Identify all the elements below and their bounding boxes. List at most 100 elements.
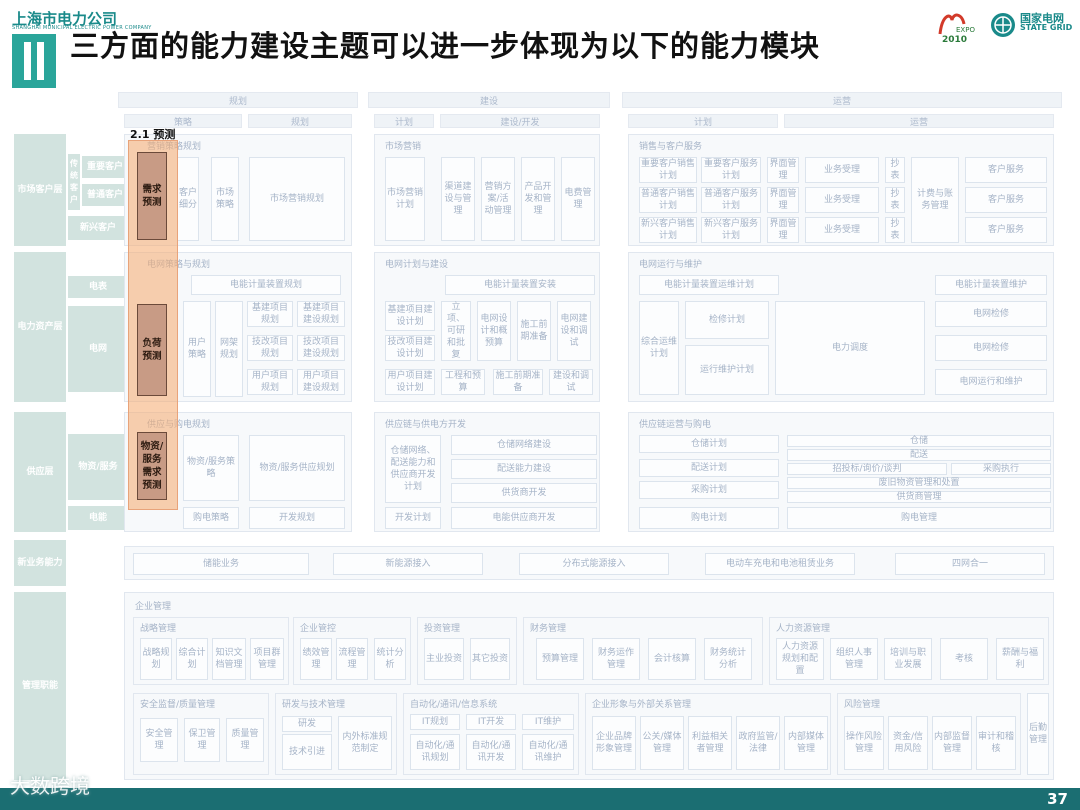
capability-box: 电网检修 bbox=[935, 335, 1047, 361]
capability-box: 新兴客户销售计划 bbox=[639, 217, 697, 243]
capability-box: 界面管理 bbox=[767, 157, 799, 183]
capability-box: 招投标/询价/谈判 bbox=[787, 463, 947, 475]
capability-box: 施工前期准备 bbox=[517, 301, 551, 361]
capability-box: 业务受理 bbox=[805, 157, 879, 183]
capability-box: 资金/信用风险 bbox=[888, 716, 928, 770]
page-title: 三方面的能力建设主题可以进一步体现为以下的能力模块 bbox=[70, 29, 821, 63]
group-title: 企业管控 bbox=[300, 624, 337, 634]
capability-box: 电能计量装置运维计划 bbox=[639, 275, 779, 295]
capability-box: 客户服务 bbox=[965, 157, 1047, 183]
capability-box: 基建项目规划 bbox=[247, 301, 293, 327]
footer-bar bbox=[0, 788, 1080, 810]
group-grid-op: 电网运行与维护 电能计量装置运维计划 电能计量装置维护 综合运维计划 检修计划 … bbox=[628, 252, 1054, 402]
capability-box: 后勤管理 bbox=[1027, 693, 1049, 775]
capability-box: 预算管理 bbox=[536, 638, 584, 680]
capability-box: 自动化/通讯规划 bbox=[410, 734, 460, 770]
capability-box: 仓储 bbox=[787, 435, 1051, 447]
capability-box: 营销方案/活动管理 bbox=[481, 157, 515, 241]
capability-box: 流程管理 bbox=[336, 638, 368, 680]
row-sub: 物资/服务 bbox=[68, 434, 128, 500]
group-grid-build: 电网计划与建设 电能计量装置安装 基建项目建设计划 立项、可研和批复 电网设计和… bbox=[374, 252, 600, 402]
capability-box: 公关/媒体管理 bbox=[640, 716, 684, 770]
capability-box: 电动车充电和电池租赁业务 bbox=[705, 553, 855, 575]
capability-box: 抄表 bbox=[885, 187, 905, 213]
capability-box: 用户项目规划 bbox=[247, 369, 293, 395]
capability-box: 业务受理 bbox=[805, 217, 879, 243]
capability-box: 审计和稽核 bbox=[976, 716, 1016, 770]
capability-group: 投资管理 主业投资 其它投资 bbox=[417, 617, 517, 685]
materials-forecast-box: 物资/服务需求预测 bbox=[137, 432, 167, 500]
capability-box: 研发 bbox=[282, 716, 332, 732]
capability-box: 购电计划 bbox=[639, 507, 779, 529]
capability-box: 客户细分 bbox=[177, 157, 199, 241]
capability-box: 客户服务 bbox=[965, 217, 1047, 243]
row-label-mgmt: 管理职能 bbox=[14, 592, 66, 780]
capability-group: 研发与技术管理 研发 技术引进 内外标准规范制定 bbox=[275, 693, 397, 775]
capability-box: 开发计划 bbox=[385, 507, 441, 529]
row-sub: 传统客户 bbox=[68, 154, 80, 210]
group-market-build: 市场营销 市场营销计划 渠道建设与管理 营销方案/活动管理 产品开发和管理 电费… bbox=[374, 134, 600, 246]
row-sub: 电表 bbox=[68, 276, 128, 298]
capability-box: 产品开发和管理 bbox=[521, 157, 555, 241]
capability-group: 财务管理 预算管理 财务运作管理 会计核算 财务统计分析 bbox=[523, 617, 763, 685]
capability-box: 企业品牌形象管理 bbox=[592, 716, 636, 770]
capability-box: 利益相关者管理 bbox=[688, 716, 732, 770]
group-title: 风险管理 bbox=[844, 700, 881, 710]
row-sub: 新兴客户 bbox=[68, 216, 128, 240]
capability-box: 市场营销计划 bbox=[385, 157, 425, 241]
phase-build: 建设 bbox=[368, 92, 610, 108]
capability-box: 用户项目建设规划 bbox=[297, 369, 345, 395]
subphase: 规划 bbox=[248, 114, 352, 128]
capability-box: 立项、可研和批复 bbox=[441, 301, 471, 361]
group-title: 人力资源管理 bbox=[776, 624, 831, 634]
capability-box: 渠道建设与管理 bbox=[441, 157, 475, 241]
capability-box: 基建项目建设计划 bbox=[385, 301, 435, 331]
capability-box: 会计核算 bbox=[648, 638, 696, 680]
group-supply-op: 供应链运营与购电 仓储计划 仓储 配送 配送计划 招投标/询价/谈判 采购执行 … bbox=[628, 412, 1054, 532]
capability-box: 统计分析 bbox=[374, 638, 406, 680]
capability-box: 保卫管理 bbox=[184, 718, 220, 762]
capability-box: 网架规划 bbox=[215, 301, 243, 397]
capability-box: 界面管理 bbox=[767, 187, 799, 213]
capability-box: IT维护 bbox=[522, 714, 574, 730]
capability-box: 质量管理 bbox=[226, 718, 264, 762]
section-numeral-badge bbox=[12, 34, 56, 88]
group-title: 企业管理 bbox=[135, 602, 172, 612]
row-sub: 普通客户 bbox=[82, 184, 128, 206]
row-label-asset: 电力资产层 bbox=[14, 252, 66, 402]
capability-box: 物资/服务供应规划 bbox=[249, 435, 345, 501]
group-title: 销售与客户服务 bbox=[639, 142, 703, 152]
capability-box: 抄表 bbox=[885, 217, 905, 243]
capability-box: 考核 bbox=[940, 638, 988, 680]
group-management: 企业管理 战略管理 战略规划 综合计划 知识文档管理 项目群管理 企业管控 绩效… bbox=[124, 592, 1054, 780]
capability-box: 操作风险管理 bbox=[844, 716, 884, 770]
group-title: 安全监督/质量管理 bbox=[140, 700, 216, 710]
group-title: 战略管理 bbox=[140, 624, 177, 634]
row-label-market: 市场客户层 bbox=[14, 134, 66, 246]
capability-box: 业务受理 bbox=[805, 187, 879, 213]
capability-box: 电能计量装置安装 bbox=[445, 275, 595, 295]
capability-box: 普通客户销售计划 bbox=[639, 187, 697, 213]
capability-box: 供货商管理 bbox=[787, 491, 1051, 503]
phase-operate: 运营 bbox=[622, 92, 1062, 108]
capability-box: 施工前期准备 bbox=[493, 369, 543, 395]
capability-group: 人力资源管理 人力资源规划和配置 组织人事管理 培训与职业发展 考核 薪酬与福利 bbox=[769, 617, 1049, 685]
capability-box: 仓储网络、配送能力和供应商开发计划 bbox=[385, 435, 441, 503]
capability-box: 电费管理 bbox=[561, 157, 595, 241]
capability-box: IT规划 bbox=[410, 714, 460, 730]
capability-box: IT开发 bbox=[466, 714, 516, 730]
watermark: 大数跨境 bbox=[10, 774, 90, 798]
svg-text:2010: 2010 bbox=[942, 35, 967, 45]
svg-text:EXPO: EXPO bbox=[956, 26, 975, 34]
capability-box: 技改项目建设计划 bbox=[385, 335, 435, 361]
capability-box: 绩效管理 bbox=[300, 638, 332, 680]
capability-box: 抄表 bbox=[885, 157, 905, 183]
capability-box: 新兴客户服务计划 bbox=[701, 217, 761, 243]
group-title: 电网计划与建设 bbox=[385, 260, 449, 270]
subphase: 运营 bbox=[784, 114, 1054, 128]
capability-box: 自动化/通讯维护 bbox=[522, 734, 574, 770]
capability-box: 财务运作管理 bbox=[592, 638, 640, 680]
capability-box: 知识文档管理 bbox=[212, 638, 246, 680]
group-title: 供应链与供电方开发 bbox=[385, 420, 467, 430]
capability-box: 采购计划 bbox=[639, 481, 779, 499]
